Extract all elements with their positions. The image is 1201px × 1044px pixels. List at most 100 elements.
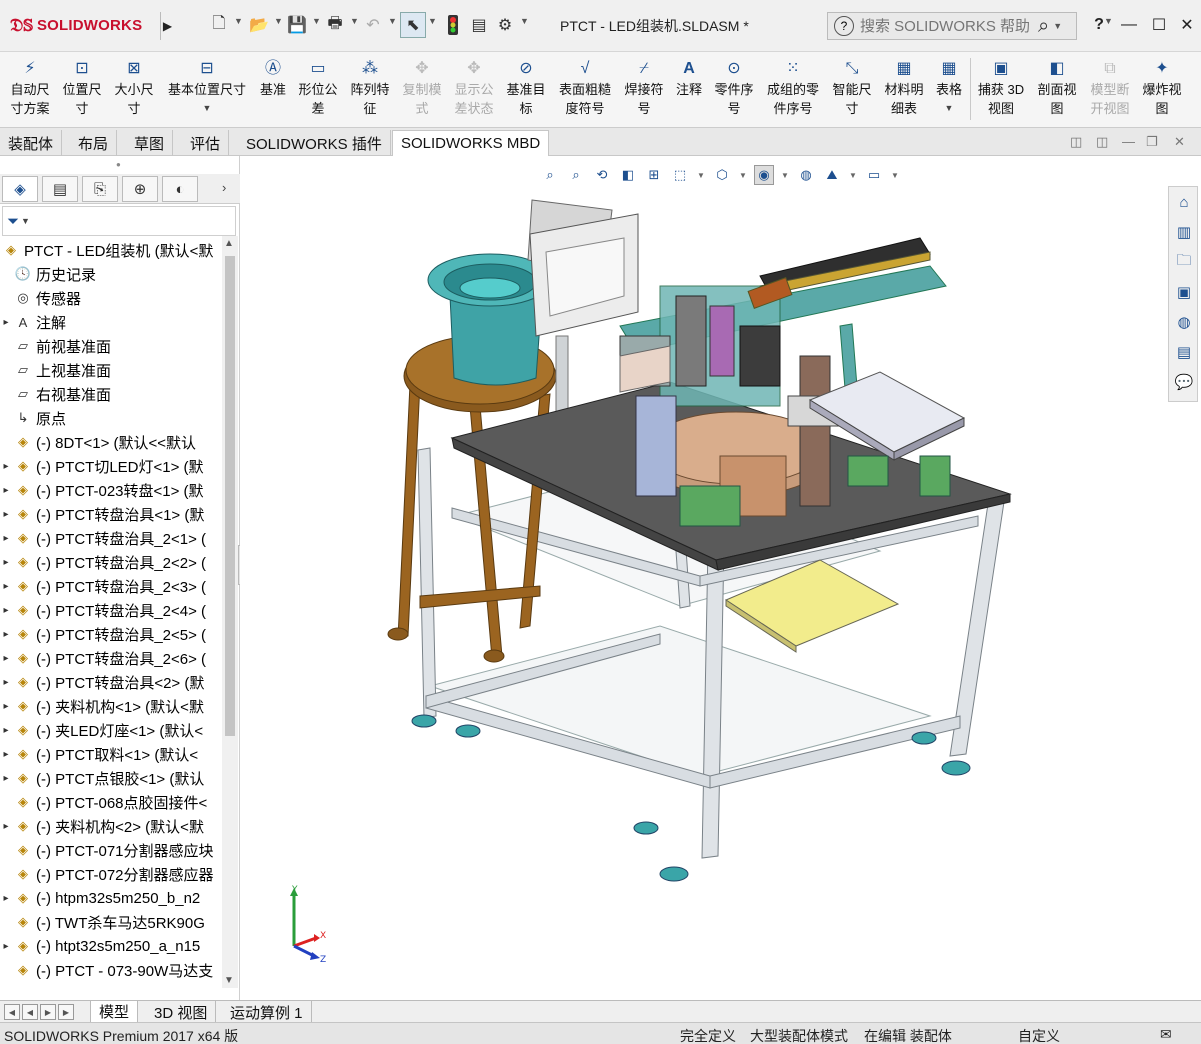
expand-arrow-icon[interactable]: ▸ — [0, 749, 12, 760]
custom-properties-icon[interactable]: ▤ — [1171, 339, 1197, 365]
options-dropdown-icon[interactable]: ▼ — [520, 16, 529, 26]
search-icon[interactable]: ⌕ — [1038, 15, 1049, 38]
tree-item[interactable]: 🕓 历史记录 — [0, 262, 222, 286]
tree-item[interactable]: ▸ ◈ (-) 夹料机构<2> (默认<默 — [0, 814, 222, 838]
view-orientation-icon[interactable]: ⬚ — [670, 165, 690, 185]
section-view-button[interactable]: ◧ 剖面视图 — [1032, 56, 1082, 124]
gtol-button[interactable]: ▭ 形位公差 — [296, 56, 340, 124]
expand-arrow-icon[interactable]: ▸ — [0, 677, 12, 688]
panel-close-icon[interactable]: ✕ — [1174, 134, 1185, 150]
tree-scrollbar[interactable]: ▲ ▼ — [222, 236, 238, 988]
note-button[interactable]: A 注释 — [672, 56, 706, 124]
tree-item[interactable]: ◈ (-) PTCT-071分割器感应块 — [0, 838, 222, 862]
featuremanager-tab-icon[interactable]: ◈ — [2, 176, 38, 202]
expand-arrow-icon[interactable]: ▸ — [0, 725, 12, 736]
scroll-up-icon[interactable]: ▲ — [224, 238, 234, 249]
previous-view-icon[interactable]: ⟲ — [592, 165, 612, 185]
expand-arrow-icon[interactable]: ▸ — [0, 485, 12, 496]
stacked-balloon-button[interactable]: ⁙ 成组的零件序号 — [762, 56, 824, 124]
search-dropdown-icon[interactable]: ▼ — [1053, 21, 1062, 31]
tree-item[interactable]: ▸ ◈ (-) PTCT-023转盘<1> (默 — [0, 478, 222, 502]
file-explorer-icon[interactable]: 🗀 — [1171, 249, 1197, 275]
tree-item[interactable]: ◈ (-) PTCT-072分割器感应器 — [0, 862, 222, 886]
tree-item[interactable]: ↳ 原点 — [0, 406, 222, 430]
next-tab-icon[interactable]: ▶ — [40, 1004, 56, 1020]
basic-location-dropdown-icon[interactable]: ▼ — [203, 99, 212, 118]
graphics-area[interactable]: ⌕ ⌕ ⟲ ◧ ⊞ ⬚ ▼ ⬡ ▼ ◉ ▼ ◍ ⛰ ▼ ▭ ▼ ⌂ ▥ 🗀 ▣ … — [240, 156, 1201, 1000]
tree-item[interactable]: ▸ ◈ (-) PTCT转盘治具_2<1> ( — [0, 526, 222, 550]
tree-item[interactable]: ▸ ◈ (-) PTCT转盘治具<1> (默 — [0, 502, 222, 526]
tree-item[interactable]: ◎ 传感器 — [0, 286, 222, 310]
panel-tabs-more-icon[interactable]: › — [222, 180, 226, 195]
solidworks-logo[interactable]: 𝔇𝕊 SOLIDWORKS — [10, 10, 142, 40]
tree-item[interactable]: ▱ 右视基准面 — [0, 382, 222, 406]
new-dropdown-icon[interactable]: ▼ — [234, 16, 243, 26]
last-tab-icon[interactable]: ▶ — [58, 1004, 74, 1020]
open-dropdown-icon[interactable]: ▼ — [274, 16, 283, 26]
expand-arrow-icon[interactable]: ▸ — [0, 701, 12, 712]
tree-item[interactable]: ▸ ◈ (-) PTCT转盘治具<2> (默 — [0, 670, 222, 694]
tree-item[interactable]: ◈ (-) 8DT<1> (默认<<默认 — [0, 430, 222, 454]
size-dim-button[interactable]: ⊠ 大小尺寸 — [110, 56, 158, 124]
datum-button[interactable]: Ⓐ 基准 — [256, 56, 290, 124]
print-dropdown-icon[interactable]: ▼ — [350, 16, 359, 26]
solidworks-resources-icon[interactable]: ⌂ — [1171, 189, 1197, 215]
weld-symbol-button[interactable]: ⌿ 焊接符号 — [620, 56, 668, 124]
expand-arrow-icon[interactable]: ▸ — [0, 461, 12, 472]
open-folder-icon[interactable]: 📂 — [246, 12, 272, 38]
rebuild-traffic-light-icon[interactable] — [440, 12, 466, 38]
select-dropdown-icon[interactable]: ▼ — [428, 16, 437, 26]
zoom-to-area-icon[interactable]: ⌕ — [566, 165, 586, 185]
help-dropdown-icon[interactable]: ▼ — [1104, 16, 1113, 26]
basic-location-dim-button[interactable]: ⊟ 基本位置尺寸 ▼ — [162, 56, 252, 124]
expand-arrow-icon[interactable]: ▸ — [0, 773, 12, 784]
display-style-dropdown-icon[interactable]: ▼ — [738, 165, 748, 185]
tree-item[interactable]: ▸ ◈ (-) PTCT取料<1> (默认< — [0, 742, 222, 766]
tree-root[interactable]: ◈ PTCT - LED组装机 (默认<默 — [0, 238, 222, 262]
surface-finish-button[interactable]: √ 表面粗糙度符号 — [554, 56, 616, 124]
maximize-icon[interactable]: ☐ — [1144, 10, 1174, 40]
section-view-hud-icon[interactable]: ◧ — [618, 165, 638, 185]
tree-item[interactable]: ◈ (-) PTCT - 073-90W马达支 — [0, 958, 222, 982]
tab-sketch[interactable]: 草图 — [126, 130, 174, 156]
tree-item[interactable]: ▸ ◈ (-) PTCT转盘治具_2<4> ( — [0, 598, 222, 622]
expand-arrow-icon[interactable]: ▸ — [0, 557, 12, 568]
tree-item[interactable]: ◈ (-) TWT杀车马达5RK90G — [0, 910, 222, 934]
undo-icon[interactable]: ↶ — [360, 12, 386, 38]
zoom-to-fit-icon[interactable]: ⌕ — [540, 165, 560, 185]
tree-item[interactable]: ▸ ◈ (-) PTCT点银胶<1> (默认 — [0, 766, 222, 790]
expand-arrow-icon[interactable]: ▸ — [0, 509, 12, 520]
view-settings-icon[interactable]: ▭ — [864, 165, 884, 185]
tab-model[interactable]: 模型 — [90, 1001, 139, 1023]
undo-dropdown-icon[interactable]: ▼ — [388, 16, 397, 26]
view-orientation-dropdown-icon[interactable]: ▼ — [696, 165, 706, 185]
new-document-icon[interactable]: 🗋 — [206, 12, 232, 38]
model-break-view-button[interactable]: ⧉ 模型断开视图 — [1086, 56, 1134, 124]
configurationmanager-tab-icon[interactable]: ⎘ — [82, 176, 118, 202]
tab-assembly[interactable]: 装配体 — [0, 130, 63, 156]
display-style-icon[interactable]: ⬡ — [712, 165, 732, 185]
expand-arrow-icon[interactable]: ▸ — [0, 821, 12, 832]
dynamic-annotation-icon[interactable]: ⊞ — [644, 165, 664, 185]
balloon-button[interactable]: ⊙ 零件序号 — [710, 56, 758, 124]
panel-restore-icon[interactable]: ❐ — [1146, 134, 1158, 150]
tree-item[interactable]: ▸ A 注解 — [0, 310, 222, 334]
options-gear-icon[interactable]: ⚙ — [492, 12, 518, 38]
pattern-feature-button[interactable]: ⁂ 阵列特征 — [346, 56, 394, 124]
help-search-box[interactable]: ? ⌕ ▼ — [827, 12, 1077, 40]
expand-arrow-icon[interactable]: ▸ — [0, 629, 12, 640]
location-dim-button[interactable]: ⊡ 位置尺寸 — [58, 56, 106, 124]
save-icon[interactable]: 💾 — [284, 12, 310, 38]
expand-arrow-icon[interactable]: ▸ — [0, 653, 12, 664]
design-library-icon[interactable]: ▥ — [1171, 219, 1197, 245]
tree-item[interactable]: ▸ ◈ (-) PTCT切LED灯<1> (默 — [0, 454, 222, 478]
close-icon[interactable]: ✕ — [1172, 10, 1201, 40]
hide-show-dropdown-icon[interactable]: ▼ — [780, 165, 790, 185]
expand-arrow-icon[interactable]: ▸ — [0, 605, 12, 616]
propertymanager-tab-icon[interactable]: ▤ — [42, 176, 78, 202]
tab-3d-views[interactable]: 3D 视图 — [146, 1001, 217, 1023]
tree-item[interactable]: ▸ ◈ (-) PTCT转盘治具_2<3> ( — [0, 574, 222, 598]
expand-arrow-icon[interactable]: ▸ — [0, 317, 12, 328]
tree-item[interactable]: ▸ ◈ (-) PTCT转盘治具_2<2> ( — [0, 550, 222, 574]
tab-evaluate[interactable]: 评估 — [182, 130, 230, 156]
